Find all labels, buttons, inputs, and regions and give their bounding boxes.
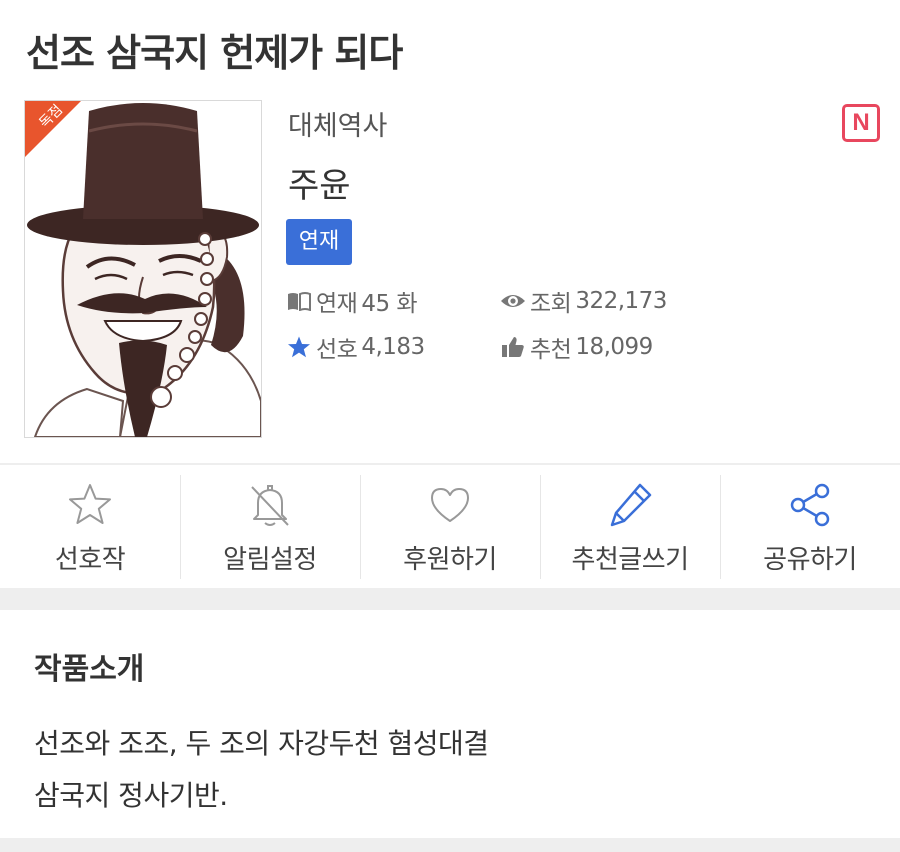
share-button[interactable]: 공유하기 <box>720 465 900 587</box>
pencil-icon <box>604 479 656 531</box>
stat-favorites: 선호 4,183 <box>286 332 425 363</box>
platform-n-badge: N <box>842 104 880 142</box>
work-title: 선조 삼국지 헌제가 되다 <box>26 31 403 75</box>
action-bar: 선호작 알림설정 후원하기 추천글쓰기 공유하기 <box>0 465 900 587</box>
write-recommendation-button[interactable]: 추천글쓰기 <box>540 465 720 587</box>
share-icon <box>784 479 836 531</box>
author-name[interactable]: 주윤 <box>288 158 351 207</box>
bell-off-icon <box>244 479 296 531</box>
star-icon <box>286 334 312 360</box>
section-separator <box>0 588 900 610</box>
stat-recommends: 추천 18,099 <box>500 332 653 363</box>
thumbs-up-icon <box>500 334 526 360</box>
heart-icon <box>424 479 476 531</box>
eye-icon <box>500 288 526 314</box>
intro-heading: 작품소개 <box>34 652 145 687</box>
status-badge: 연재 <box>286 219 352 265</box>
support-button[interactable]: 후원하기 <box>360 465 540 587</box>
favorite-button[interactable]: 선호작 <box>0 465 180 587</box>
star-outline-icon <box>64 479 116 531</box>
stat-episodes: 연재 45 화 <box>286 286 418 317</box>
stat-views: 조회 322,173 <box>500 286 667 317</box>
intro-line: 삼국지 정사기반. <box>34 779 228 812</box>
genre-label[interactable]: 대체역사 <box>288 104 387 143</box>
notification-settings-button[interactable]: 알림설정 <box>180 465 360 587</box>
cover-image[interactable]: 독점 <box>24 100 262 438</box>
intro-line: 선조와 조조, 두 조의 자강두천 혐성대결 <box>34 727 489 760</box>
cover-illustration: 독점 <box>25 101 261 437</box>
section-separator <box>0 838 900 852</box>
book-icon <box>286 288 312 314</box>
